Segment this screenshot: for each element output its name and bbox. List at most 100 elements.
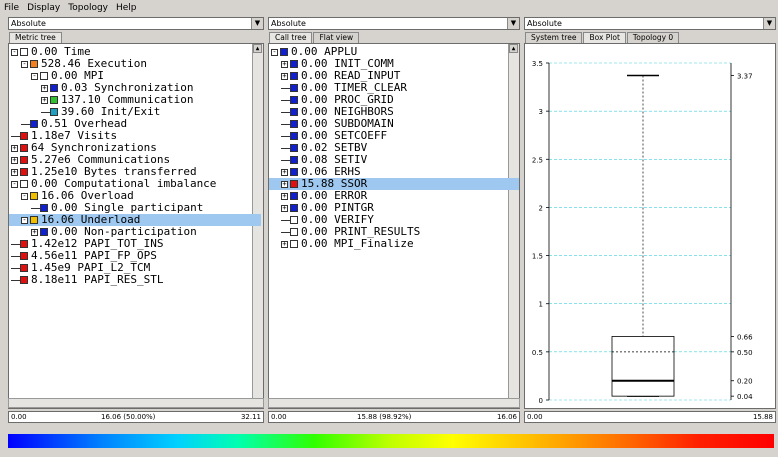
collapse-icon[interactable]: - [21,216,28,224]
tree-connector-icon [281,219,290,221]
tab-topology-0[interactable]: Topology 0 [626,32,680,43]
call-tree-row[interactable]: +0.00 MPI_Finalize [281,238,414,250]
metric-tree-row[interactable]: 8.18e11 PAPI_RES_STL [11,274,163,286]
severity-color-icon [20,168,28,176]
right-value-mode-combo[interactable]: Absolute ▼ [524,17,776,30]
call-value-max: 16.06 [496,413,517,421]
collapse-icon[interactable]: - [11,180,18,188]
severity-color-icon [290,192,298,200]
right-tabbar: System tree Box Plot Topology 0 [525,32,680,43]
severity-color-icon [290,216,298,224]
severity-color-icon [290,156,298,164]
tree-connector-icon [11,279,20,281]
severity-color-icon [40,72,48,80]
y-tick-label: 3 [539,108,543,116]
severity-color-icon [50,108,58,116]
scroll-up-icon[interactable]: ▲ [253,44,262,53]
collapse-icon[interactable]: - [21,60,28,68]
chevron-down-icon[interactable]: ▼ [763,18,775,29]
call-value-min: 0.00 [271,413,287,421]
menu-topology[interactable]: Topology [64,3,112,13]
tree-connector-icon [21,123,30,125]
call-value-bar: 0.00 15.88 (98.92%) 16.06 [268,411,520,423]
severity-color-icon [20,180,28,188]
expand-icon[interactable]: + [11,156,18,164]
box-iqr [611,336,675,397]
severity-color-icon [20,240,28,248]
expand-icon[interactable]: + [281,192,288,200]
mid-value-mode-combo[interactable]: Absolute ▼ [268,17,520,30]
severity-color-icon [30,216,38,224]
menu-file[interactable]: File [0,3,23,13]
expand-icon[interactable]: + [281,180,288,188]
collapse-icon[interactable]: - [21,192,28,200]
expand-icon[interactable]: + [281,72,288,80]
metric-value-bar: 0.00 16.06 (50.00%) 32.11 [8,411,264,423]
tree-connector-icon [281,231,290,233]
severity-color-icon [30,192,38,200]
expand-icon[interactable]: + [31,228,38,236]
tab-system-tree[interactable]: System tree [525,32,583,43]
tree-connector-icon [281,99,290,101]
call-tree-panel[interactable]: ▲ ▼ -0.00 APPLU+0.00 INIT_COMM+0.00 READ… [268,43,520,409]
severity-color-icon [30,60,38,68]
system-value-min: 0.00 [527,413,543,421]
severity-color-icon [290,108,298,116]
collapse-icon[interactable]: - [11,48,18,56]
call-vertical-scrollbar[interactable]: ▲ ▼ [508,44,519,408]
metric-value-mid: 16.06 (50.00%) [101,413,156,421]
tab-call-tree[interactable]: Call tree [269,32,313,43]
tab-flat-view[interactable]: Flat view [313,32,360,43]
y-tick-label: 2 [539,204,543,212]
color-legend-bar [8,434,774,448]
expand-icon[interactable]: + [41,84,48,92]
tree-connector-icon [281,111,290,113]
expand-icon[interactable]: + [11,168,18,176]
severity-color-icon [290,120,298,128]
tab-metric-tree[interactable]: Metric tree [9,32,62,43]
severity-color-icon [20,144,28,152]
collapse-icon[interactable]: - [271,48,278,56]
severity-color-icon [290,180,298,188]
expand-icon[interactable]: + [281,240,288,248]
expand-icon[interactable]: + [41,96,48,104]
expand-icon[interactable]: + [281,168,288,176]
y-tick-label: 1.5 [532,253,543,261]
severity-color-icon [20,156,28,164]
system-value-max: 15.88 [752,413,773,421]
mid-combo-value: Absolute [271,19,306,28]
metric-vertical-scrollbar[interactable]: ▲ ▼ [252,44,263,408]
severity-color-icon [20,264,28,272]
tree-connector-icon [281,147,290,149]
severity-color-icon [290,228,298,236]
right-value-label: 3.37 [737,73,753,81]
left-value-mode-combo[interactable]: Absolute ▼ [8,17,264,30]
box-plot-chart: 0 0.5 1 1.5 2 2.5 3 3.5 3.37 0.66 0.50 0.20 0.04 [532,60,753,405]
scroll-up-icon[interactable]: ▲ [509,44,518,53]
menu-display[interactable]: Display [23,3,64,13]
tree-connector-icon [11,243,20,245]
severity-color-icon [20,252,28,260]
chevron-down-icon[interactable]: ▼ [251,18,263,29]
metric-tree-panel[interactable]: ▲ ▼ -0.00 Time-528.46 Execution-0.00 MPI… [8,43,264,409]
severity-color-icon [20,48,28,56]
expand-icon[interactable]: + [281,60,288,68]
severity-color-icon [50,96,58,104]
expand-icon[interactable]: + [281,204,288,212]
severity-color-icon [20,276,28,284]
metric-horizontal-scrollbar[interactable] [8,398,264,408]
tab-box-plot[interactable]: Box Plot [583,32,626,43]
right-combo-value: Absolute [527,19,562,28]
expand-icon[interactable]: + [11,144,18,152]
tree-connector-icon [281,123,290,125]
box-plot-panel: 0 0.5 1 1.5 2 2.5 3 3.5 3.37 0.66 0.50 0.20 0.04 [524,43,776,409]
y-tick-label: 3.5 [532,60,543,68]
collapse-icon[interactable]: - [31,72,38,80]
chevron-down-icon[interactable]: ▼ [507,18,519,29]
severity-color-icon [40,228,48,236]
tree-connector-icon [31,207,40,209]
menu-help[interactable]: Help [112,3,141,13]
call-horizontal-scrollbar[interactable] [268,398,520,408]
left-combo-value: Absolute [11,19,46,28]
severity-color-icon [290,168,298,176]
